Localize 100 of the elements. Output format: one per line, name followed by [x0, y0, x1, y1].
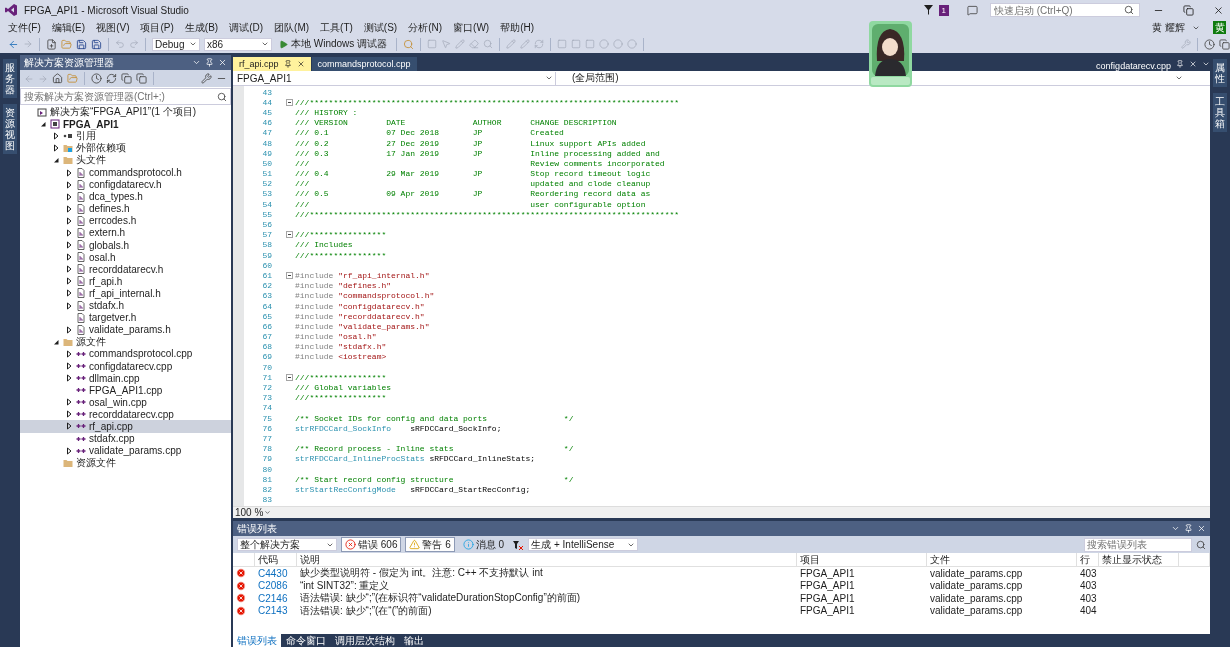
expand-caret-icon[interactable] [65, 374, 73, 383]
tree-item[interactable]: recorddatarecv.h [20, 263, 231, 276]
user-avatar[interactable]: 黄 [1213, 21, 1226, 34]
menu-item[interactable]: 调试(D) [227, 20, 266, 35]
tree-item[interactable]: rf_api.cpp [20, 420, 231, 433]
collapse-caret-icon[interactable] [52, 156, 60, 165]
close-icon[interactable] [1212, 4, 1224, 16]
editor-tab[interactable]: commandsprotocol.cpp [311, 57, 417, 71]
tree-item[interactable]: rf_api_internal.h [20, 287, 231, 300]
restore-icon[interactable] [1182, 4, 1194, 16]
expand-caret-icon[interactable] [65, 241, 73, 250]
close-icon[interactable] [218, 58, 227, 67]
tree-item[interactable]: validate_params.cpp [20, 444, 231, 457]
home-icon[interactable] [52, 73, 63, 84]
column-header[interactable]: 项目 [797, 553, 927, 567]
feedback-icon[interactable] [967, 4, 978, 16]
expand-caret-icon[interactable] [65, 398, 73, 407]
panel-tab[interactable]: 命令窗口 [282, 634, 330, 647]
menu-item[interactable]: 分析(N) [406, 20, 445, 35]
menu-item[interactable]: 帮助(H) [498, 20, 537, 35]
tree-item[interactable]: stdafx.h [20, 299, 231, 312]
search-icon[interactable] [1124, 5, 1134, 15]
expand-caret-icon[interactable] [65, 325, 73, 334]
project-dropdown[interactable]: FPGA_API1 [235, 71, 555, 85]
dropdown-caret-icon[interactable] [1171, 524, 1180, 533]
menu-item[interactable]: 生成(B) [182, 20, 221, 35]
expand-caret-icon[interactable] [65, 349, 73, 358]
error-code-link[interactable]: C4430 [255, 567, 297, 580]
tree-item[interactable]: globals.h [20, 239, 231, 252]
notification-badge[interactable]: 1 [938, 4, 949, 16]
zoom-dropdown[interactable]: 100 % [233, 507, 273, 518]
copy-icon[interactable] [136, 73, 147, 84]
expand-caret-icon[interactable] [65, 180, 73, 189]
expand-caret-icon[interactable] [52, 144, 60, 153]
error-icon[interactable] [345, 539, 356, 550]
expand-caret-icon[interactable] [65, 422, 73, 431]
editor-tab[interactable]: rf_api.cpp [233, 57, 311, 71]
expand-caret-icon[interactable] [65, 362, 73, 370]
column-header[interactable]: 行 [1077, 553, 1099, 567]
tree-item[interactable]: 外部依赖项 [20, 142, 231, 155]
tree-item[interactable]: configdatarecv.h [20, 178, 231, 191]
user-name[interactable]: 黄 耀辉 [1152, 20, 1185, 35]
dropdown-caret-icon[interactable] [1202, 60, 1210, 68]
expand-caret-icon[interactable] [65, 277, 73, 286]
pin-icon[interactable] [1184, 524, 1193, 533]
pin-icon[interactable] [283, 60, 292, 68]
tree-item[interactable]: commandsprotocol.h [20, 166, 231, 179]
clock-icon[interactable] [1204, 38, 1215, 50]
tree-item[interactable]: rf_api.h [20, 275, 231, 288]
expand-caret-icon[interactable] [65, 446, 73, 455]
column-header[interactable]: 代码 [255, 553, 297, 567]
tree-item[interactable]: FPGA_API1.cpp [20, 384, 231, 397]
error-code-link[interactable]: C2143 [255, 604, 297, 617]
close-icon[interactable] [1197, 524, 1206, 533]
run-debugger-button[interactable]: 本地 Windows 调试器 [276, 37, 391, 51]
close-icon[interactable] [1189, 60, 1197, 68]
source-dropdown[interactable]: 生成 + IntelliSense [528, 538, 639, 551]
tree-item[interactable]: recorddatarecv.cpp [20, 408, 231, 421]
tree-item[interactable]: defines.h [20, 202, 231, 215]
save-all-icon[interactable] [91, 38, 102, 50]
menu-item[interactable]: 视图(V) [94, 20, 132, 35]
expand-caret-icon[interactable] [52, 132, 60, 141]
search-icon[interactable] [1196, 539, 1206, 550]
tree-item[interactable]: osal_win.cpp [20, 396, 231, 409]
scope-dropdown[interactable]: 整个解决方案 [237, 538, 337, 551]
panel-tab[interactable]: 输出 [400, 634, 428, 647]
new-project-icon[interactable] [46, 38, 57, 50]
search-field[interactable]: 搜索解决方案资源管理器(Ctrl+;) [20, 88, 231, 105]
tree-item[interactable]: FPGA_API1 [20, 118, 231, 131]
error-code-link[interactable]: C2146 [255, 592, 297, 605]
filter-toggle[interactable]: 警告 6 [405, 537, 455, 552]
expand-caret-icon[interactable] [65, 168, 73, 177]
tree-item[interactable]: dllmain.cpp [20, 372, 231, 385]
expand-caret-icon[interactable] [65, 192, 73, 201]
expand-caret-icon[interactable] [65, 216, 73, 225]
tree-item[interactable]: 引用 [20, 130, 231, 143]
tree-item[interactable]: extern.h [20, 226, 231, 240]
collapse-caret-icon[interactable] [52, 337, 60, 346]
tree-item[interactable]: errcodes.h [20, 214, 231, 227]
column-header[interactable]: 说明 [297, 553, 797, 567]
menu-item[interactable]: 测试(S) [361, 20, 400, 35]
tree-item[interactable]: 源文件 [20, 335, 231, 348]
tree-item[interactable]: osal.h [20, 251, 231, 264]
back-icon[interactable] [8, 38, 19, 50]
dropdown-caret-icon[interactable] [192, 58, 201, 67]
menu-item[interactable]: 团队(M) [272, 20, 312, 35]
save-icon[interactable] [76, 38, 87, 50]
expand-caret-icon[interactable] [65, 253, 73, 262]
configuration-dropdown[interactable]: Debug [152, 37, 200, 51]
tree-item[interactable]: 解决方案“FPGA_API1”(1 个项目) [20, 106, 231, 119]
tree-item[interactable]: configdatarecv.cpp [20, 359, 231, 373]
sync-icon[interactable] [106, 73, 117, 84]
panel-tab[interactable]: 错误列表 [233, 634, 281, 647]
error-code-link[interactable]: C2086 [255, 579, 297, 592]
expand-caret-icon[interactable] [65, 265, 73, 274]
filter-toggle[interactable]: 消息 0 [458, 537, 509, 552]
expand-caret-icon[interactable] [65, 204, 73, 213]
menu-item[interactable]: 编辑(E) [49, 20, 88, 35]
tree-item[interactable]: 资源文件 [20, 456, 231, 469]
menu-item[interactable]: 文件(F) [6, 20, 43, 35]
